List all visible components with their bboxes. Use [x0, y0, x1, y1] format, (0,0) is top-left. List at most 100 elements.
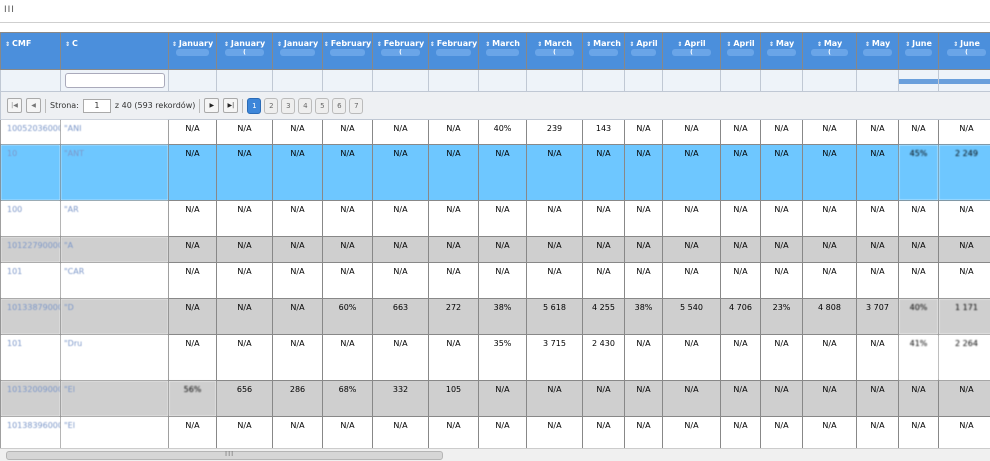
name-cell: "Dru	[61, 335, 169, 381]
value-cell: 38%	[625, 299, 663, 335]
sort-icon: ⇕	[485, 41, 490, 48]
column-header[interactable]: ⇕April	[721, 33, 761, 70]
value-cell: 3 707	[857, 299, 899, 335]
name-cell: "ANT	[61, 145, 169, 201]
page-number-button[interactable]: 3	[281, 98, 295, 114]
value-cell: N/A	[663, 201, 721, 237]
value-cell: 60%	[323, 299, 373, 335]
value-cell: N/A	[721, 381, 761, 417]
value-cell: N/A	[663, 263, 721, 299]
column-header[interactable]: ⇕March	[583, 33, 625, 70]
value-cell: N/A	[899, 263, 939, 299]
table-row[interactable]: 101"DruN/AN/AN/AN/AN/AN/A35%3 7152 430N/…	[1, 335, 990, 381]
cmf-code-cell[interactable]: 101	[1, 335, 61, 381]
cmf-code-cell[interactable]: 10132009000	[1, 381, 61, 417]
value-cell: N/A	[761, 145, 803, 201]
sort-icon: ⇕	[769, 41, 774, 48]
cmf-code-cell[interactable]: 10052036000	[1, 120, 61, 145]
column-header[interactable]: ⇕CMF	[1, 33, 61, 70]
column-header[interactable]: ⇕May(	[803, 33, 857, 70]
page-number-button[interactable]: 4	[298, 98, 312, 114]
column-header-label: May	[872, 39, 890, 48]
filter-row	[1, 70, 990, 92]
value-cell: N/A	[857, 381, 899, 417]
column-header[interactable]: ⇕January	[169, 33, 217, 70]
value-cell: N/A	[273, 201, 323, 237]
value-cell: N/A	[625, 263, 663, 299]
value-cell: N/A	[583, 381, 625, 417]
name-filter-input[interactable]	[65, 73, 165, 88]
first-page-button[interactable]: |◀	[7, 98, 22, 113]
table-row[interactable]: 10052036000"ANIN/AN/AN/AN/AN/AN/A40%2391…	[1, 120, 990, 145]
filter-cell	[939, 70, 990, 92]
filter-cell	[899, 70, 939, 92]
page-number-button[interactable]: 1	[247, 98, 261, 114]
column-header-label: C	[72, 39, 78, 48]
page-number-list: 1234567	[247, 98, 363, 114]
cmf-code-cell[interactable]: 101	[1, 263, 61, 299]
sort-icon: ⇕	[324, 41, 329, 48]
value-cell: N/A	[169, 263, 217, 299]
sort-icon: ⇕	[65, 41, 70, 48]
value-cell: N/A	[857, 237, 899, 263]
column-header[interactable]: ⇕February	[323, 33, 373, 70]
table-row[interactable]: 10132009000"El56%65628668%332105N/AN/AN/…	[1, 381, 990, 417]
column-header[interactable]: ⇕April	[625, 33, 663, 70]
sort-icon: ⇕	[430, 41, 435, 48]
column-header-sublabel	[330, 49, 364, 56]
menu-icon[interactable]: III	[4, 5, 15, 15]
column-header-label: CMF	[12, 39, 31, 48]
column-header[interactable]: ⇕June(	[939, 33, 990, 70]
filter-cell	[479, 70, 527, 92]
table-row[interactable]: 101"CARN/AN/AN/AN/AN/AN/AN/AN/AN/AN/AN/A…	[1, 263, 990, 299]
cmf-code-cell[interactable]: 10122790000	[1, 237, 61, 263]
table-row[interactable]: 100"ARN/AN/AN/AN/AN/AN/AN/AN/AN/AN/AN/AN…	[1, 201, 990, 237]
sort-icon: ⇕	[377, 41, 382, 48]
page-number-button[interactable]: 2	[264, 98, 278, 114]
column-header[interactable]: ⇕May	[761, 33, 803, 70]
page-number-button[interactable]: 7	[349, 98, 363, 114]
value-cell: N/A	[721, 145, 761, 201]
page-number-button[interactable]: 6	[332, 98, 346, 114]
page-number-button[interactable]: 5	[315, 98, 329, 114]
column-header[interactable]: ⇕March(	[527, 33, 583, 70]
value-cell: N/A	[663, 145, 721, 201]
last-page-button[interactable]: ▶|	[223, 98, 238, 113]
column-header[interactable]: ⇕C	[61, 33, 169, 70]
column-header-sublabel	[631, 49, 657, 56]
column-header-sublabel	[727, 49, 754, 56]
scrollbar-thumb[interactable]: III	[6, 451, 443, 460]
column-header[interactable]: ⇕April(	[663, 33, 721, 70]
column-header-label: June	[960, 39, 980, 48]
filter-cell	[273, 70, 323, 92]
table-row[interactable]: 10133879000"DN/AN/AN/A60%66327238%5 6184…	[1, 299, 990, 335]
column-header-label: January	[284, 39, 318, 48]
column-header[interactable]: ⇕June	[899, 33, 939, 70]
value-cell: 5 540	[663, 299, 721, 335]
column-header-sublabel	[905, 49, 932, 56]
column-header[interactable]: ⇕January(	[217, 33, 273, 70]
value-cell: 38%	[479, 299, 527, 335]
value-cell: N/A	[663, 120, 721, 145]
table-row[interactable]: 10"ANTN/AN/AN/AN/AN/AN/AN/AN/AN/AN/AN/AN…	[1, 145, 990, 201]
next-page-button[interactable]: ▶	[204, 98, 219, 113]
column-header[interactable]: ⇕January	[273, 33, 323, 70]
column-header[interactable]: ⇕May	[857, 33, 899, 70]
column-header[interactable]: ⇕February	[429, 33, 479, 70]
column-header-label: May	[824, 39, 842, 48]
horizontal-scrollbar[interactable]: III	[0, 448, 990, 461]
cmf-code-cell[interactable]: 100	[1, 201, 61, 237]
value-cell: N/A	[857, 263, 899, 299]
cmf-code-cell[interactable]: 10133879000	[1, 299, 61, 335]
value-cell: N/A	[217, 201, 273, 237]
value-cell: N/A	[583, 263, 625, 299]
column-header[interactable]: ⇕February(	[373, 33, 429, 70]
sort-icon: ⇕	[726, 41, 731, 48]
table-row[interactable]: 10122790000"AN/AN/AN/AN/AN/AN/AN/AN/AN/A…	[1, 237, 990, 263]
page-input[interactable]: 1	[83, 99, 111, 113]
sort-icon: ⇕	[5, 41, 10, 48]
value-cell: N/A	[583, 237, 625, 263]
prev-page-button[interactable]: ◀	[26, 98, 41, 113]
column-header[interactable]: ⇕March	[479, 33, 527, 70]
cmf-code-cell[interactable]: 10	[1, 145, 61, 201]
